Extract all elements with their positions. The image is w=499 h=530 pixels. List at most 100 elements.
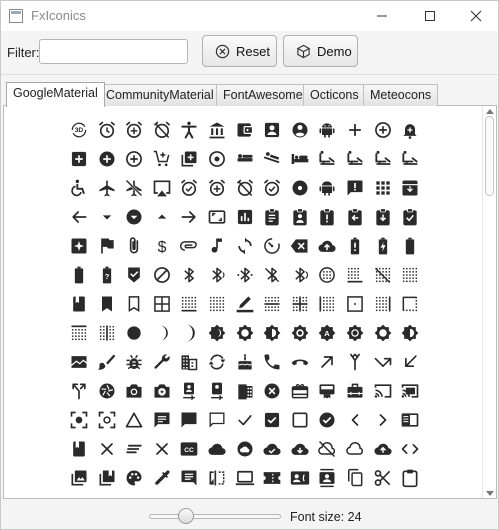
- icon-cell[interactable]: [262, 202, 290, 231]
- icon-cell[interactable]: [124, 260, 152, 289]
- icon-cell[interactable]: [207, 144, 235, 173]
- icon-cell[interactable]: [317, 347, 345, 376]
- scroll-down-icon[interactable]: [486, 491, 494, 496]
- icon-cell[interactable]: [152, 376, 180, 405]
- icon-cell[interactable]: [152, 144, 180, 173]
- icon-cell[interactable]: [179, 173, 207, 202]
- icon-cell[interactable]: [207, 376, 235, 405]
- icon-cell[interactable]: [207, 318, 235, 347]
- icon-cell[interactable]: [290, 434, 318, 463]
- icon-cell[interactable]: [97, 318, 125, 347]
- icon-cell[interactable]: [179, 260, 207, 289]
- demo-button[interactable]: Demo: [283, 35, 358, 67]
- icon-cell[interactable]: [179, 115, 207, 144]
- icon-cell[interactable]: [124, 115, 152, 144]
- icon-cell[interactable]: [124, 405, 152, 434]
- scroll-up-icon[interactable]: [486, 109, 494, 114]
- font-size-slider-thumb[interactable]: [178, 508, 194, 524]
- icon-cell[interactable]: [373, 202, 401, 231]
- icon-cell[interactable]: [317, 376, 345, 405]
- icon-cell[interactable]: [124, 318, 152, 347]
- reset-button[interactable]: Reset: [202, 35, 277, 67]
- icon-cell[interactable]: [400, 115, 428, 144]
- icon-cell[interactable]: [152, 318, 180, 347]
- icon-cell[interactable]: [124, 173, 152, 202]
- icon-cell[interactable]: [152, 434, 180, 463]
- icon-cell[interactable]: [290, 405, 318, 434]
- icon-cell[interactable]: [317, 260, 345, 289]
- icon-cell[interactable]: [262, 231, 290, 260]
- icon-cell[interactable]: [152, 115, 180, 144]
- icon-cell[interactable]: [69, 202, 97, 231]
- icon-cell[interactable]: [345, 463, 373, 492]
- icon-cell[interactable]: [235, 115, 263, 144]
- icon-cell[interactable]: [345, 231, 373, 260]
- icon-cell[interactable]: [290, 318, 318, 347]
- icon-cell[interactable]: [179, 318, 207, 347]
- icon-cell[interactable]: [262, 347, 290, 376]
- icon-cell[interactable]: [69, 173, 97, 202]
- icon-cell[interactable]: [235, 347, 263, 376]
- icon-cell[interactable]: [317, 202, 345, 231]
- icon-cell[interactable]: [290, 376, 318, 405]
- icon-cell[interactable]: [235, 144, 263, 173]
- icon-cell[interactable]: ?: [97, 260, 125, 289]
- icon-cell[interactable]: [262, 260, 290, 289]
- icon-cell[interactable]: [97, 347, 125, 376]
- icon-cell[interactable]: [207, 260, 235, 289]
- icon-cell[interactable]: [207, 434, 235, 463]
- icon-cell[interactable]: [345, 318, 373, 347]
- icon-cell[interactable]: [262, 318, 290, 347]
- icon-cell[interactable]: [69, 347, 97, 376]
- icon-cell[interactable]: [345, 260, 373, 289]
- icon-cell[interactable]: A: [317, 318, 345, 347]
- icon-cell[interactable]: [400, 318, 428, 347]
- icon-cell[interactable]: [400, 463, 428, 492]
- icon-cell[interactable]: [400, 260, 428, 289]
- icon-cell[interactable]: [345, 376, 373, 405]
- icon-cell[interactable]: [262, 434, 290, 463]
- icon-cell[interactable]: [373, 405, 401, 434]
- icon-cell[interactable]: [97, 173, 125, 202]
- icon-cell[interactable]: [69, 318, 97, 347]
- icon-cell[interactable]: [262, 376, 290, 405]
- icon-cell[interactable]: [97, 231, 125, 260]
- icon-cell[interactable]: CC: [179, 434, 207, 463]
- icon-cell[interactable]: [152, 173, 180, 202]
- scrollbar-thumb[interactable]: [485, 116, 494, 196]
- icon-cell[interactable]: [345, 289, 373, 318]
- icon-cell[interactable]: [400, 405, 428, 434]
- icon-cell[interactable]: [290, 173, 318, 202]
- tab-communitymaterial[interactable]: CommunityMaterial: [99, 84, 221, 106]
- icon-cell[interactable]: [179, 463, 207, 492]
- icon-cell[interactable]: [97, 289, 125, 318]
- icon-cell[interactable]: [373, 173, 401, 202]
- icon-cell[interactable]: [373, 376, 401, 405]
- icon-cell[interactable]: [152, 463, 180, 492]
- icon-cell[interactable]: [262, 405, 290, 434]
- icon-cell[interactable]: [345, 434, 373, 463]
- icon-cell[interactable]: [69, 289, 97, 318]
- icon-cell[interactable]: [179, 347, 207, 376]
- icon-cell[interactable]: [207, 173, 235, 202]
- icon-cell[interactable]: [317, 231, 345, 260]
- icon-cell[interactable]: [290, 347, 318, 376]
- icon-cell[interactable]: [124, 144, 152, 173]
- filter-input[interactable]: [39, 39, 188, 64]
- icon-cell[interactable]: [179, 376, 207, 405]
- icon-cell[interactable]: [97, 115, 125, 144]
- icon-cell[interactable]: [345, 173, 373, 202]
- icon-cell[interactable]: [97, 405, 125, 434]
- icon-cell[interactable]: [317, 173, 345, 202]
- icon-cell[interactable]: [124, 231, 152, 260]
- icon-cell[interactable]: [373, 318, 401, 347]
- icon-cell[interactable]: [97, 376, 125, 405]
- icon-cell[interactable]: [373, 434, 401, 463]
- icon-cell[interactable]: [400, 173, 428, 202]
- icon-cell[interactable]: [235, 405, 263, 434]
- icon-cell[interactable]: [262, 144, 290, 173]
- tab-googlematerial[interactable]: GoogleMaterial: [6, 82, 105, 107]
- icon-cell[interactable]: [207, 347, 235, 376]
- icon-cell[interactable]: [69, 434, 97, 463]
- icon-cell[interactable]: [124, 376, 152, 405]
